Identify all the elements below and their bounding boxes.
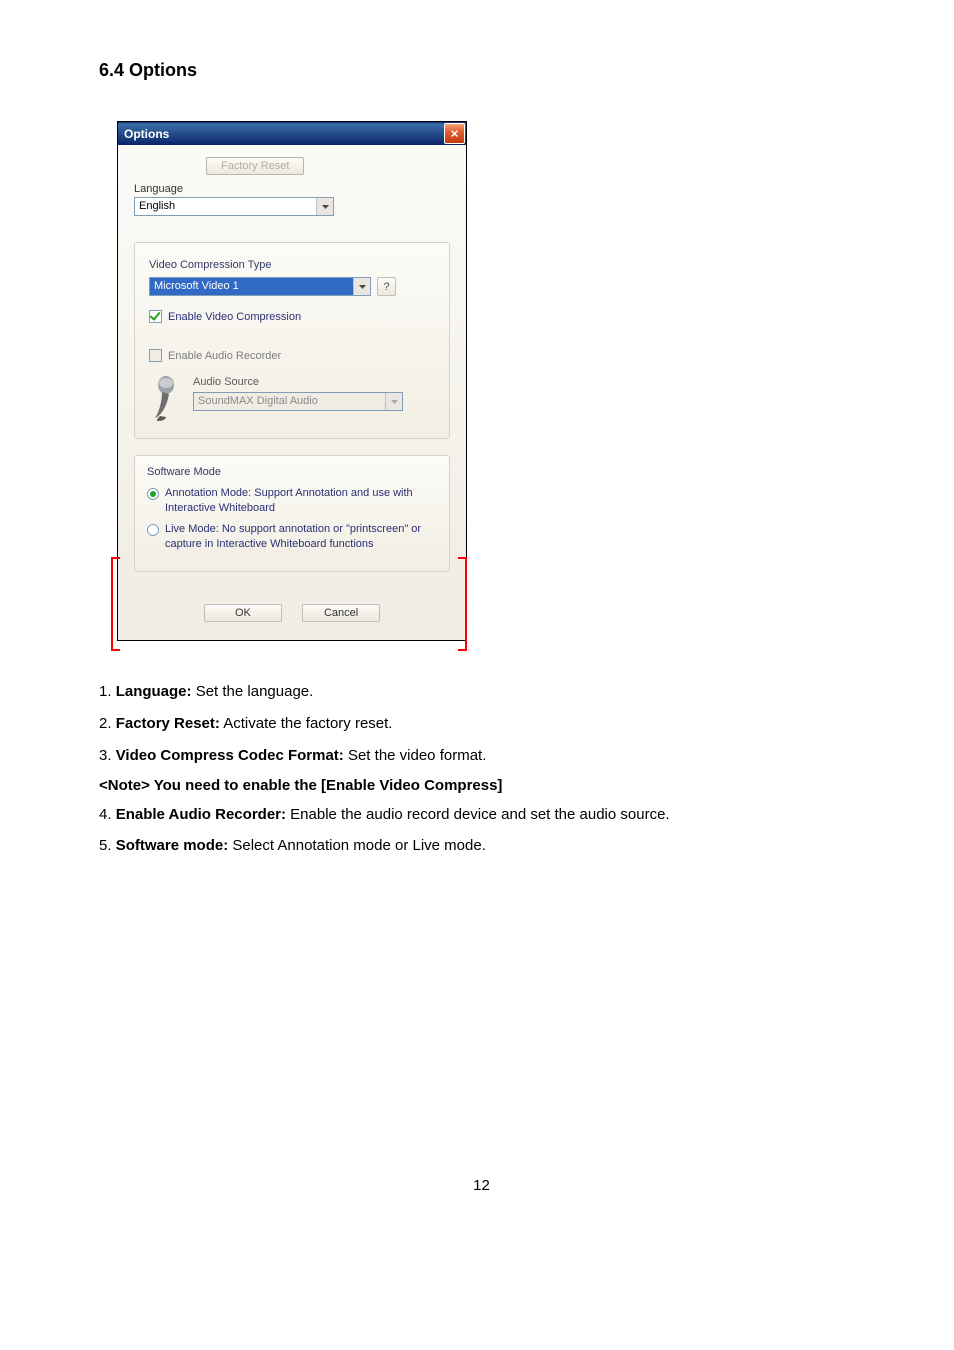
enable-video-compression-checkbox[interactable] [149, 310, 162, 323]
list-item: 3. Video Compress Codec Format: Set the … [99, 745, 864, 767]
list-term: Language: [116, 683, 192, 700]
list-desc: Select Annotation mode or Live mode. [228, 837, 486, 854]
enable-audio-recorder-checkbox[interactable] [149, 349, 162, 362]
enable-video-compression-label: Enable Video Compression [168, 311, 301, 323]
description-list: 1. Language: Set the language. 2. Factor… [99, 681, 864, 857]
audio-source-label: Audio Source [193, 376, 435, 388]
list-term: Factory Reset: [116, 715, 220, 732]
chevron-down-icon [353, 278, 370, 295]
list-desc: Set the language. [192, 683, 314, 700]
cancel-button[interactable]: Cancel [302, 604, 380, 622]
enable-audio-recorder-label: Enable Audio Recorder [168, 350, 281, 362]
options-dialog-screenshot: Options × Factory Reset Language English [117, 121, 864, 641]
live-mode-radio[interactable] [147, 524, 159, 536]
list-item: 2. Factory Reset: Activate the factory r… [99, 713, 864, 735]
section-heading: 6.4 Options [99, 60, 864, 81]
live-mode-label: Live Mode: No support annotation or "pri… [165, 522, 437, 552]
dialog-body: Factory Reset Language English Video Com… [118, 145, 466, 640]
language-select-value: English [135, 198, 316, 215]
red-callout-left [111, 557, 120, 651]
audio-source-select[interactable]: SoundMAX Digital Audio [193, 392, 403, 411]
options-dialog: Options × Factory Reset Language English [117, 121, 467, 641]
language-label: Language [134, 183, 450, 195]
list-term: Enable Audio Recorder: [116, 806, 286, 823]
annotation-mode-radio[interactable] [147, 488, 159, 500]
factory-reset-button[interactable]: Factory Reset [206, 157, 304, 175]
list-desc: Activate the factory reset. [220, 715, 393, 732]
video-codec-select[interactable]: Microsoft Video 1 [149, 277, 371, 296]
software-mode-label: Software Mode [147, 466, 437, 478]
software-mode-panel: Software Mode Annotation Mode: Support A… [134, 455, 450, 572]
list-term: Video Compress Codec Format: [116, 747, 344, 764]
list-number: 4. [99, 806, 116, 823]
ok-button[interactable]: OK [204, 604, 282, 622]
microphone-icon [149, 376, 183, 422]
annotation-mode-label: Annotation Mode: Support Annotation and … [165, 486, 437, 516]
dialog-title: Options [124, 127, 169, 141]
video-audio-panel: Video Compression Type Microsoft Video 1… [134, 242, 450, 439]
list-number: 3. [99, 747, 116, 764]
chevron-down-icon [385, 393, 402, 410]
chevron-down-icon [316, 198, 333, 215]
language-select[interactable]: English [134, 197, 334, 216]
dialog-titlebar: Options × [118, 122, 466, 145]
list-desc: Set the video format. [344, 747, 487, 764]
red-callout-right [458, 557, 467, 651]
list-number: 5. [99, 837, 116, 854]
list-number: 2. [99, 715, 116, 732]
list-term: Software mode: [116, 837, 229, 854]
note-line: <Note> You need to enable the [Enable Vi… [99, 777, 864, 794]
close-icon[interactable]: × [444, 123, 465, 144]
list-item: 1. Language: Set the language. [99, 681, 864, 703]
video-codec-help-button[interactable]: ? [377, 277, 396, 296]
video-compression-label: Video Compression Type [149, 259, 435, 271]
list-item: 5. Software mode: Select Annotation mode… [99, 835, 864, 857]
list-desc: Enable the audio record device and set t… [286, 806, 670, 823]
audio-source-value: SoundMAX Digital Audio [194, 393, 385, 410]
list-item: 4. Enable Audio Recorder: Enable the aud… [99, 804, 864, 826]
list-number: 1. [99, 683, 116, 700]
page-number: 12 [99, 1177, 864, 1194]
video-codec-value: Microsoft Video 1 [150, 278, 353, 295]
